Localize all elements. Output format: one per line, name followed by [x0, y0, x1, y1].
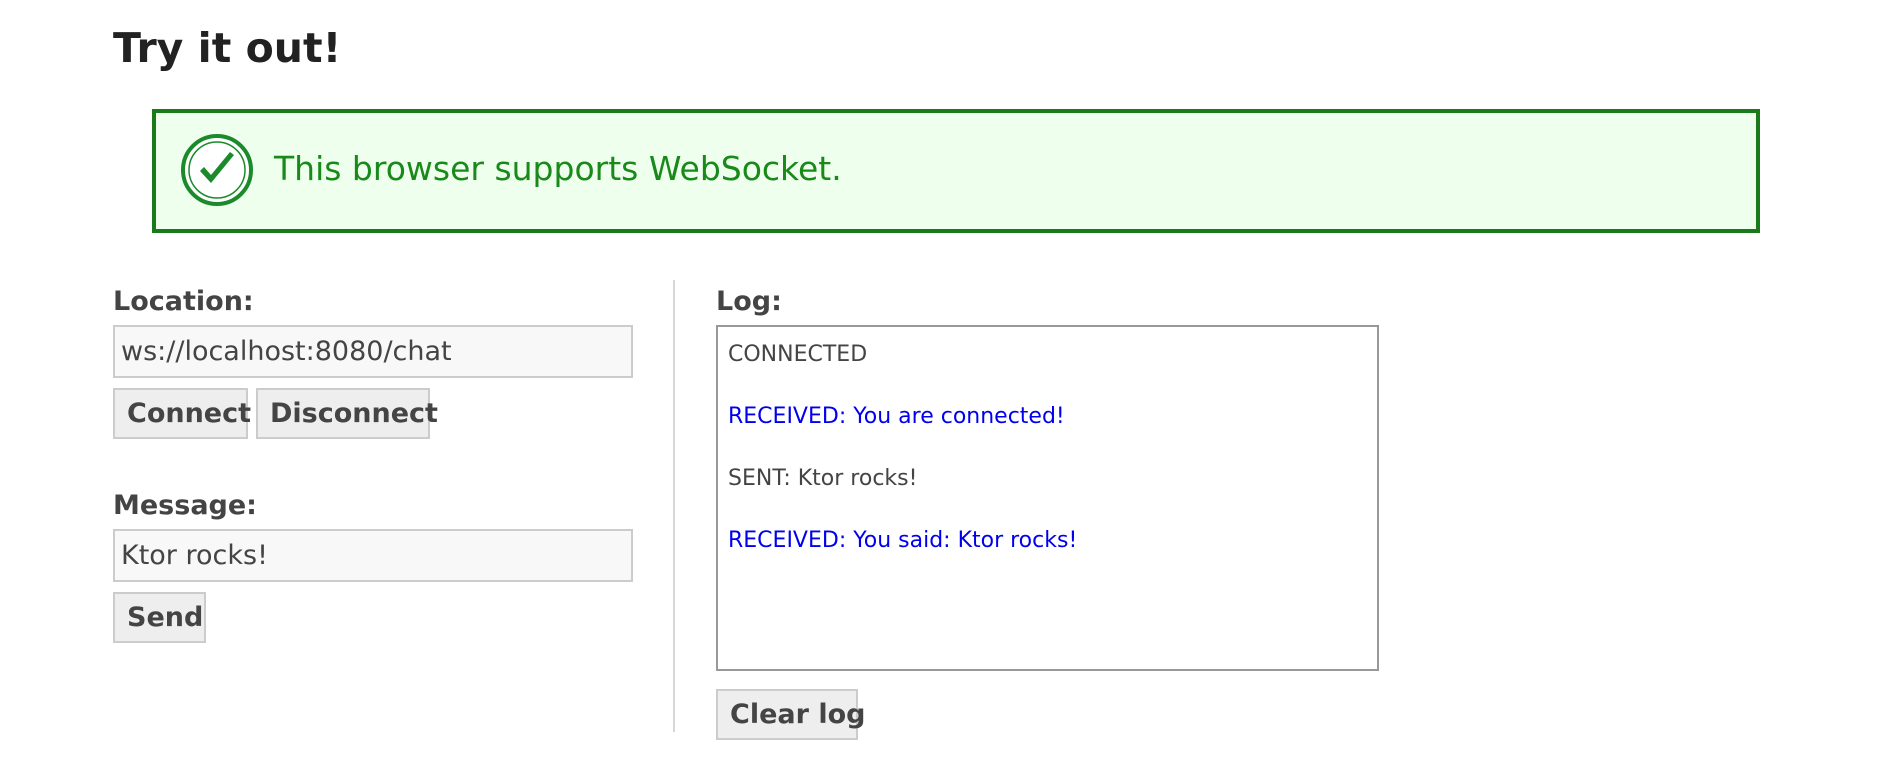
connect-button[interactable]: Connect [113, 388, 251, 439]
disconnect-button[interactable]: Disconnect [256, 388, 438, 439]
log-output[interactable]: CONNECTED RECEIVED: You are connected! S… [716, 325, 1379, 671]
log-entry: SENT: Ktor rocks! [728, 466, 918, 491]
message-input[interactable] [113, 529, 633, 582]
column-divider [673, 280, 675, 732]
message-label: Message: [113, 490, 257, 521]
log-entry: RECEIVED: You are connected! [728, 404, 1065, 429]
page-title: Try it out! [113, 24, 342, 72]
page: Try it out! This browser supports WebSoc… [0, 0, 1902, 772]
location-label: Location: [113, 286, 254, 317]
location-input[interactable] [113, 325, 633, 378]
check-circle-icon [181, 134, 253, 206]
log-entry: CONNECTED [728, 342, 868, 367]
log-label: Log: [716, 286, 782, 317]
websocket-support-banner: This browser supports WebSocket. [152, 109, 1760, 233]
clear-log-button[interactable]: Clear log [716, 689, 865, 740]
send-button[interactable]: Send [113, 592, 206, 643]
log-entry: RECEIVED: You said: Ktor rocks! [728, 528, 1078, 553]
banner-text: This browser supports WebSocket. [274, 149, 842, 188]
